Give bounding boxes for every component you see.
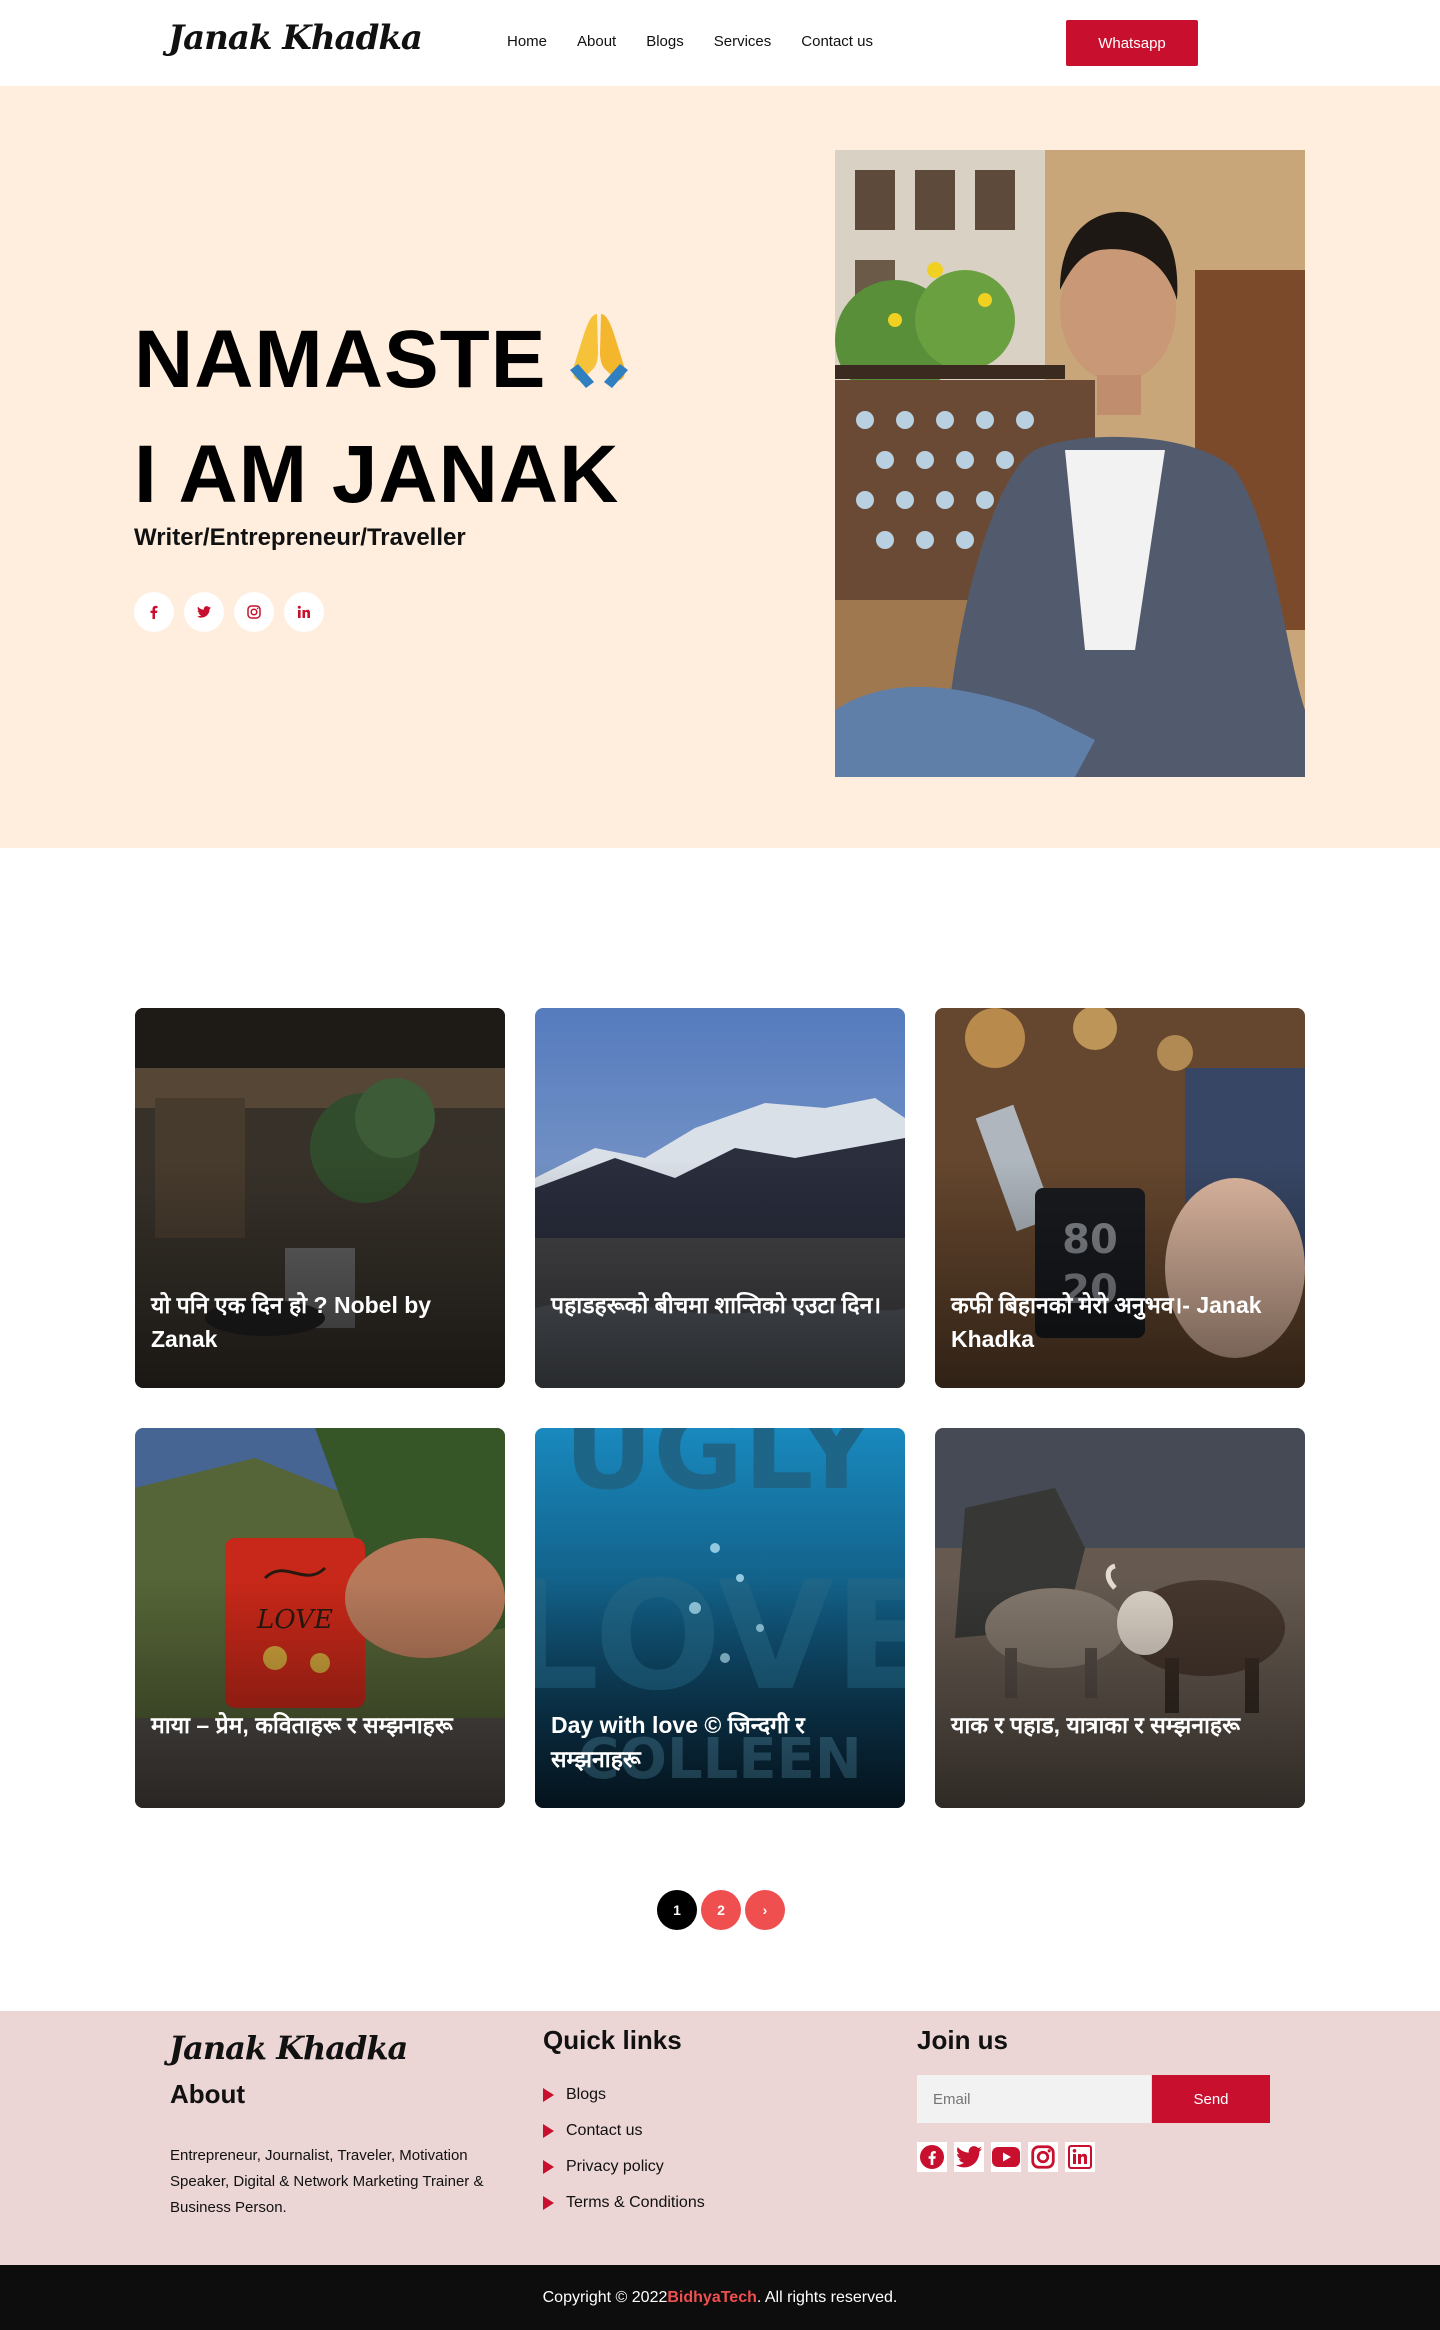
footer-logo[interactable]: Janak Khadka bbox=[169, 2029, 408, 2067]
blog-card-title: यो पनि एक दिन हो ? Nobel by Zanak bbox=[151, 1292, 432, 1352]
blog-card[interactable]: UGLY LOVE COLLEEN Day with love © जिन्दग… bbox=[535, 1428, 905, 1808]
page-2-button[interactable]: 2 bbox=[701, 1890, 741, 1930]
quick-link-terms[interactable]: Terms & Conditions bbox=[543, 2185, 705, 2221]
site-header: Janak Khadka Home About Blogs Services C… bbox=[0, 0, 1440, 86]
quick-link-label: Blogs bbox=[566, 2086, 607, 2103]
twitter-icon[interactable] bbox=[184, 592, 224, 632]
triangle-right-icon bbox=[543, 2196, 554, 2210]
blog-card[interactable]: याक र पहाड, यात्राका र सम्झनाहरू bbox=[935, 1428, 1305, 1808]
twitter-icon[interactable] bbox=[954, 2142, 984, 2172]
copyright-brand-link[interactable]: BidhyaTech bbox=[667, 2289, 757, 2307]
linkedin-icon[interactable] bbox=[284, 592, 324, 632]
card-overlay bbox=[535, 1008, 905, 1388]
join-us-heading: Join us bbox=[917, 2025, 1009, 2055]
hero-line-1: NAMASTE bbox=[134, 314, 547, 406]
quick-link-contact[interactable]: Contact us bbox=[543, 2113, 705, 2149]
blog-grid: यो पनि एक दिन हो ? Nobel by Zanak पहाडहर… bbox=[135, 1008, 1305, 1808]
hero-heading: NAMASTE I AM JANAK bbox=[134, 308, 634, 527]
site-footer: Janak Khadka About Entrepreneur, Journal… bbox=[0, 2011, 1440, 2265]
blog-card[interactable]: 80 20 कफी बिहानको मेरो अनुभव।- Janak Kha… bbox=[935, 1008, 1305, 1388]
hero-social-links bbox=[134, 592, 324, 632]
blog-card[interactable]: यो पनि एक दिन हो ? Nobel by Zanak bbox=[135, 1008, 505, 1388]
copyright-suffix: . All rights reserved. bbox=[756, 2288, 898, 2306]
whatsapp-button[interactable]: Whatsapp bbox=[1066, 20, 1198, 66]
footer-about-heading: About bbox=[170, 2079, 246, 2109]
blog-card[interactable]: पहाडहरूको बीचमा शान्तिको एउटा दिन। bbox=[535, 1008, 905, 1388]
copyright-prefix: Copyright © 2022 bbox=[542, 2288, 668, 2306]
nav-home[interactable]: Home bbox=[507, 31, 547, 53]
instagram-icon[interactable] bbox=[1028, 2142, 1058, 2172]
send-button[interactable]: Send bbox=[1152, 2075, 1270, 2123]
page-1-button[interactable]: 1 bbox=[657, 1890, 697, 1930]
triangle-right-icon bbox=[543, 2160, 554, 2174]
author-portrait-image bbox=[835, 150, 1305, 777]
chevron-right-icon: › bbox=[762, 1902, 768, 1918]
blog-card-title: Day with love © जिन्दगी र सम्झनाहरू bbox=[551, 1712, 805, 1772]
quick-link-label: Contact us bbox=[566, 2122, 643, 2139]
linkedin-icon[interactable] bbox=[1065, 2142, 1095, 2172]
footer-social-links bbox=[917, 2142, 1095, 2172]
facebook-icon[interactable] bbox=[134, 592, 174, 632]
blog-card-title: याक र पहाड, यात्राका र सम्झनाहरू bbox=[951, 1712, 1241, 1738]
quick-link-blogs[interactable]: Blogs bbox=[543, 2077, 705, 2113]
quick-links-heading: Quick links bbox=[543, 2025, 682, 2055]
nav-services[interactable]: Services bbox=[714, 31, 772, 53]
triangle-right-icon bbox=[543, 2088, 554, 2102]
youtube-icon[interactable] bbox=[991, 2142, 1021, 2172]
quick-link-privacy[interactable]: Privacy policy bbox=[543, 2149, 705, 2185]
card-overlay bbox=[135, 1428, 505, 1808]
quick-links-list: Blogs Contact us Privacy policy Terms & … bbox=[543, 2077, 705, 2221]
instagram-icon[interactable] bbox=[234, 592, 274, 632]
praying-hands-icon bbox=[564, 308, 634, 423]
pagination: 1 2 › bbox=[657, 1890, 785, 1930]
card-overlay bbox=[935, 1428, 1305, 1808]
next-page-button[interactable]: › bbox=[745, 1890, 785, 1930]
email-input[interactable] bbox=[917, 2075, 1151, 2123]
main-nav: Home About Blogs Services Contact us bbox=[507, 31, 903, 53]
quick-link-label: Terms & Conditions bbox=[566, 2194, 705, 2211]
hero-role: Writer/Entrepreneur/Traveller bbox=[134, 524, 466, 551]
hero-line-2: I AM JANAK bbox=[134, 429, 620, 520]
nav-blogs[interactable]: Blogs bbox=[646, 31, 684, 53]
blog-card-title: पहाडहरूको बीचमा शान्तिको एउटा दिन। bbox=[551, 1292, 882, 1318]
quick-link-label: Privacy policy bbox=[566, 2158, 664, 2175]
blog-card[interactable]: LOVE माया – प्रेम, कविताहरू र सम्झनाहरू bbox=[135, 1428, 505, 1808]
blog-card-title: कफी बिहानको मेरो अनुभव।- Janak Khadka bbox=[951, 1292, 1262, 1352]
footer-about-text: Entrepreneur, Journalist, Traveler, Moti… bbox=[170, 2147, 484, 2216]
triangle-right-icon bbox=[543, 2124, 554, 2138]
nav-about[interactable]: About bbox=[577, 31, 616, 53]
copyright-bar: Copyright © 2022 BidhyaTech. All rights … bbox=[0, 2265, 1440, 2330]
nav-contact[interactable]: Contact us bbox=[801, 31, 873, 53]
blog-card-title: माया – प्रेम, कविताहरू र सम्झनाहरू bbox=[151, 1712, 453, 1738]
site-logo[interactable]: Janak Khadka bbox=[168, 18, 423, 58]
facebook-icon[interactable] bbox=[917, 2142, 947, 2172]
hero-section: NAMASTE I AM JANAK Writer/Entrepreneur/T… bbox=[0, 86, 1440, 848]
